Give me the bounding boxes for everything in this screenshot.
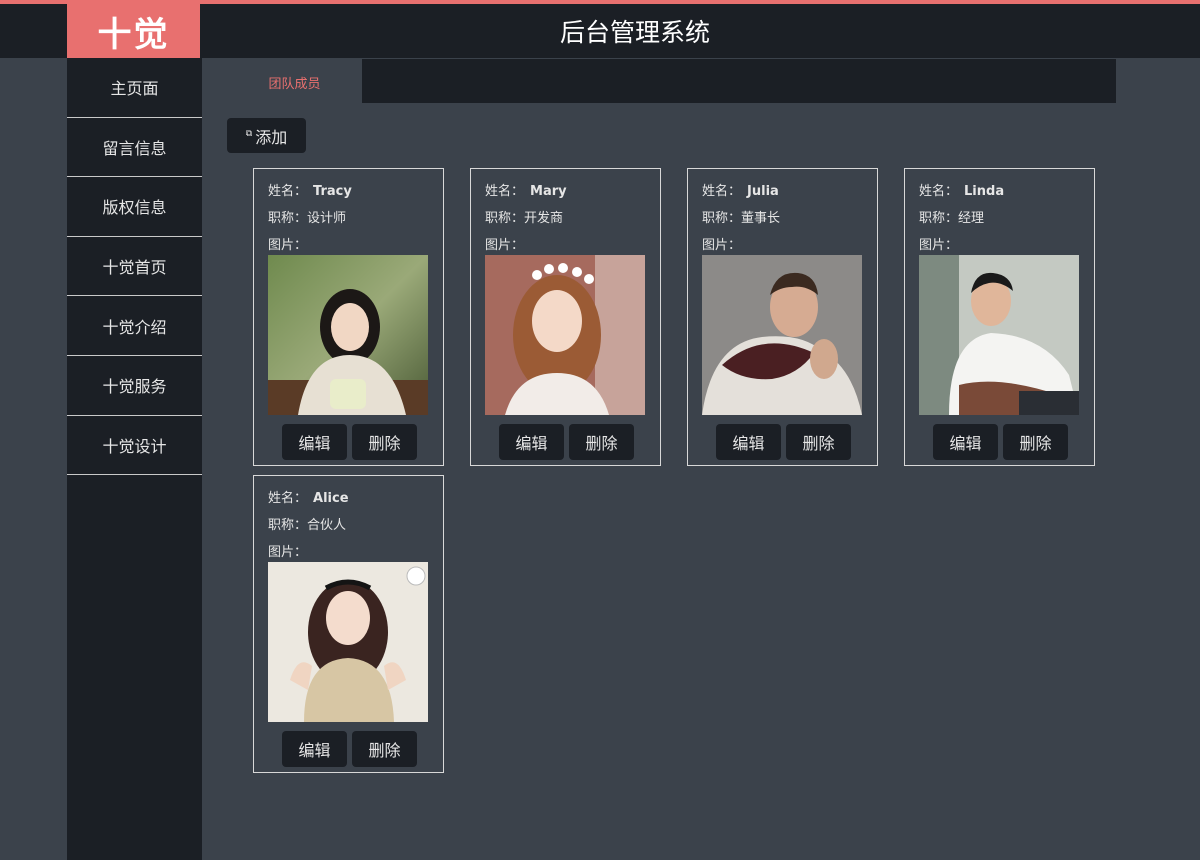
title-row: 职称：董事长: [702, 207, 780, 226]
delete-button[interactable]: 删除: [352, 731, 417, 767]
title-row: 职称：经理: [919, 207, 984, 226]
photo-label: 图片：: [268, 238, 308, 253]
sidebar-item-shijue-service[interactable]: 十觉服务: [67, 356, 202, 416]
link-icon: ⧉: [245, 128, 253, 139]
logo: 十觉: [67, 4, 200, 58]
member-photo: [919, 255, 1079, 415]
sidebar-item-home[interactable]: 主页面: [67, 58, 202, 118]
sidebar: 主页面 留言信息 版权信息 十觉首页 十觉介绍 十觉服务 十觉设计: [67, 58, 202, 860]
name-row: 姓名： Mary: [485, 180, 567, 199]
edit-button[interactable]: 编辑: [282, 731, 347, 767]
title-label: 职称：: [702, 211, 742, 226]
name-label: 姓名：: [485, 184, 525, 199]
sidebar-item-messages[interactable]: 留言信息: [67, 118, 202, 178]
edit-button[interactable]: 编辑: [716, 424, 781, 460]
title-row: 职称：合伙人: [268, 514, 346, 533]
member-name: Mary: [530, 184, 567, 199]
photo-label: 图片：: [485, 238, 525, 253]
member-title: 经理: [958, 211, 985, 226]
member-card: 姓名： Tracy 职称：设计师 图片： 编辑 删除: [253, 168, 444, 466]
sidebar-item-shijue-home[interactable]: 十觉首页: [67, 237, 202, 297]
delete-button[interactable]: 删除: [786, 424, 851, 460]
tab-team-members[interactable]: 团队成员: [227, 59, 362, 105]
photo-label: 图片：: [919, 238, 959, 253]
sidebar-item-copyright[interactable]: 版权信息: [67, 177, 202, 237]
title-label: 职称：: [268, 518, 308, 533]
member-photo: [702, 255, 862, 415]
delete-button[interactable]: 删除: [352, 424, 417, 460]
name-label: 姓名：: [268, 491, 308, 506]
photo-label: 图片：: [702, 238, 742, 253]
member-photo: [485, 255, 645, 415]
name-row: 姓名： Alice: [268, 487, 349, 506]
edit-button[interactable]: 编辑: [282, 424, 347, 460]
sidebar-item-shijue-design[interactable]: 十觉设计: [67, 416, 202, 476]
member-name: Tracy: [313, 184, 352, 199]
delete-button[interactable]: 删除: [1003, 424, 1068, 460]
add-button[interactable]: ⧉ 添加: [227, 118, 306, 153]
member-card: 姓名： Alice 职称：合伙人 图片： 编辑 删除: [253, 475, 444, 773]
title-label: 职称：: [485, 211, 525, 226]
member-card: 姓名： Linda 职称：经理 图片： 编辑 删除: [904, 168, 1095, 466]
name-row: 姓名： Tracy: [268, 180, 352, 199]
member-photo: [268, 255, 428, 415]
sidebar-item-shijue-intro[interactable]: 十觉介绍: [67, 296, 202, 356]
name-label: 姓名：: [919, 184, 959, 199]
member-title: 合伙人: [307, 518, 347, 533]
title-row: 职称：设计师: [268, 207, 346, 226]
member-title: 设计师: [307, 211, 347, 226]
edit-button[interactable]: 编辑: [499, 424, 564, 460]
name-label: 姓名：: [702, 184, 742, 199]
edit-button[interactable]: 编辑: [933, 424, 998, 460]
title-row: 职称：开发商: [485, 207, 563, 226]
member-name: Julia: [747, 184, 779, 199]
title-label: 职称：: [268, 211, 308, 226]
member-title: 董事长: [741, 211, 781, 226]
member-name: Alice: [313, 491, 349, 506]
member-photo: [268, 562, 428, 722]
photo-label: 图片：: [268, 545, 308, 560]
member-card: 姓名： Mary 职称：开发商 图片： 编辑 删除: [470, 168, 661, 466]
member-name: Linda: [964, 184, 1005, 199]
delete-button[interactable]: 删除: [569, 424, 634, 460]
title-label: 职称：: [919, 211, 959, 226]
member-title: 开发商: [524, 211, 564, 226]
name-row: 姓名： Julia: [702, 180, 779, 199]
name-row: 姓名： Linda: [919, 180, 1004, 199]
name-label: 姓名：: [268, 184, 308, 199]
page-title: 后台管理系统: [559, 18, 710, 47]
member-card: 姓名： Julia 职称：董事长 图片： 编辑 删除: [687, 168, 878, 466]
add-button-label: 添加: [255, 127, 288, 147]
